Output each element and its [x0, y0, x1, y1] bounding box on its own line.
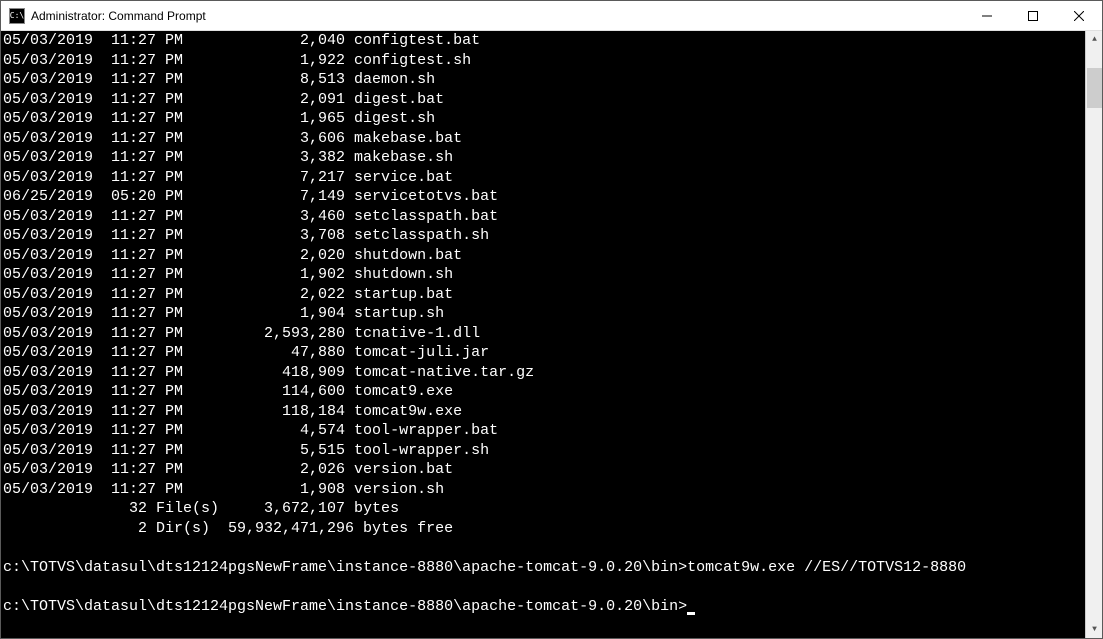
prompt-path: c:\TOTVS\datasul\dts12124pgsNewFrame\ins… [3, 598, 687, 615]
prompt-command: tomcat9w.exe //ES//TOTVS12-8880 [687, 559, 966, 576]
file-entry: 05/03/2019 11:27 PM 8,513 daemon.sh [3, 70, 1102, 90]
summary-dirs: 2 Dir(s) 59,932,471,296 bytes free [3, 519, 1102, 539]
app-icon: C:\ [9, 8, 25, 24]
file-entry: 05/03/2019 11:27 PM 1,904 startup.sh [3, 304, 1102, 324]
file-entry: 05/03/2019 11:27 PM 2,091 digest.bat [3, 90, 1102, 110]
file-entry: 06/25/2019 05:20 PM 7,149 servicetotvs.b… [3, 187, 1102, 207]
file-entry: 05/03/2019 11:27 PM 1,908 version.sh [3, 480, 1102, 500]
file-entry: 05/03/2019 11:27 PM 7,217 service.bat [3, 168, 1102, 188]
blank-line [3, 577, 1102, 597]
file-entry: 05/03/2019 11:27 PM 418,909 tomcat-nativ… [3, 363, 1102, 383]
window-controls [964, 1, 1102, 31]
file-entry: 05/03/2019 11:27 PM 2,026 version.bat [3, 460, 1102, 480]
file-entry: 05/03/2019 11:27 PM 3,708 setclasspath.s… [3, 226, 1102, 246]
minimize-button[interactable] [964, 1, 1010, 31]
console-output: 05/03/2019 11:27 PM 2,040 configtest.bat… [3, 31, 1102, 616]
blank-line [3, 538, 1102, 558]
prompt-line[interactable]: c:\TOTVS\datasul\dts12124pgsNewFrame\ins… [3, 558, 1102, 578]
file-entry: 05/03/2019 11:27 PM 2,593,280 tcnative-1… [3, 324, 1102, 344]
file-entry: 05/03/2019 11:27 PM 1,965 digest.sh [3, 109, 1102, 129]
command-prompt-window: C:\ Administrator: Command Prompt 05/03/… [0, 0, 1103, 639]
scrollbar-up-arrow[interactable]: ▲ [1086, 31, 1102, 48]
file-entry: 05/03/2019 11:27 PM 1,902 shutdown.sh [3, 265, 1102, 285]
summary-files: 32 File(s) 3,672,107 bytes [3, 499, 1102, 519]
file-entry: 05/03/2019 11:27 PM 2,040 configtest.bat [3, 31, 1102, 51]
console-body[interactable]: 05/03/2019 11:27 PM 2,040 configtest.bat… [1, 31, 1102, 638]
scrollbar-down-arrow[interactable]: ▼ [1086, 621, 1102, 638]
file-entry: 05/03/2019 11:27 PM 114,600 tomcat9.exe [3, 382, 1102, 402]
cursor [687, 612, 695, 615]
file-entry: 05/03/2019 11:27 PM 118,184 tomcat9w.exe [3, 402, 1102, 422]
file-entry: 05/03/2019 11:27 PM 3,460 setclasspath.b… [3, 207, 1102, 227]
file-entry: 05/03/2019 11:27 PM 3,382 makebase.sh [3, 148, 1102, 168]
titlebar[interactable]: C:\ Administrator: Command Prompt [1, 1, 1102, 31]
prompt-path: c:\TOTVS\datasul\dts12124pgsNewFrame\ins… [3, 559, 687, 576]
window-title: Administrator: Command Prompt [31, 9, 964, 23]
prompt-line[interactable]: c:\TOTVS\datasul\dts12124pgsNewFrame\ins… [3, 597, 1102, 617]
vertical-scrollbar[interactable]: ▲ ▼ [1085, 31, 1102, 638]
scrollbar-thumb[interactable] [1087, 68, 1102, 108]
file-entry: 05/03/2019 11:27 PM 2,020 shutdown.bat [3, 246, 1102, 266]
file-entry: 05/03/2019 11:27 PM 1,922 configtest.sh [3, 51, 1102, 71]
file-entry: 05/03/2019 11:27 PM 3,606 makebase.bat [3, 129, 1102, 149]
maximize-button[interactable] [1010, 1, 1056, 31]
file-entry: 05/03/2019 11:27 PM 47,880 tomcat-juli.j… [3, 343, 1102, 363]
file-entry: 05/03/2019 11:27 PM 4,574 tool-wrapper.b… [3, 421, 1102, 441]
file-entry: 05/03/2019 11:27 PM 2,022 startup.bat [3, 285, 1102, 305]
close-button[interactable] [1056, 1, 1102, 31]
file-entry: 05/03/2019 11:27 PM 5,515 tool-wrapper.s… [3, 441, 1102, 461]
